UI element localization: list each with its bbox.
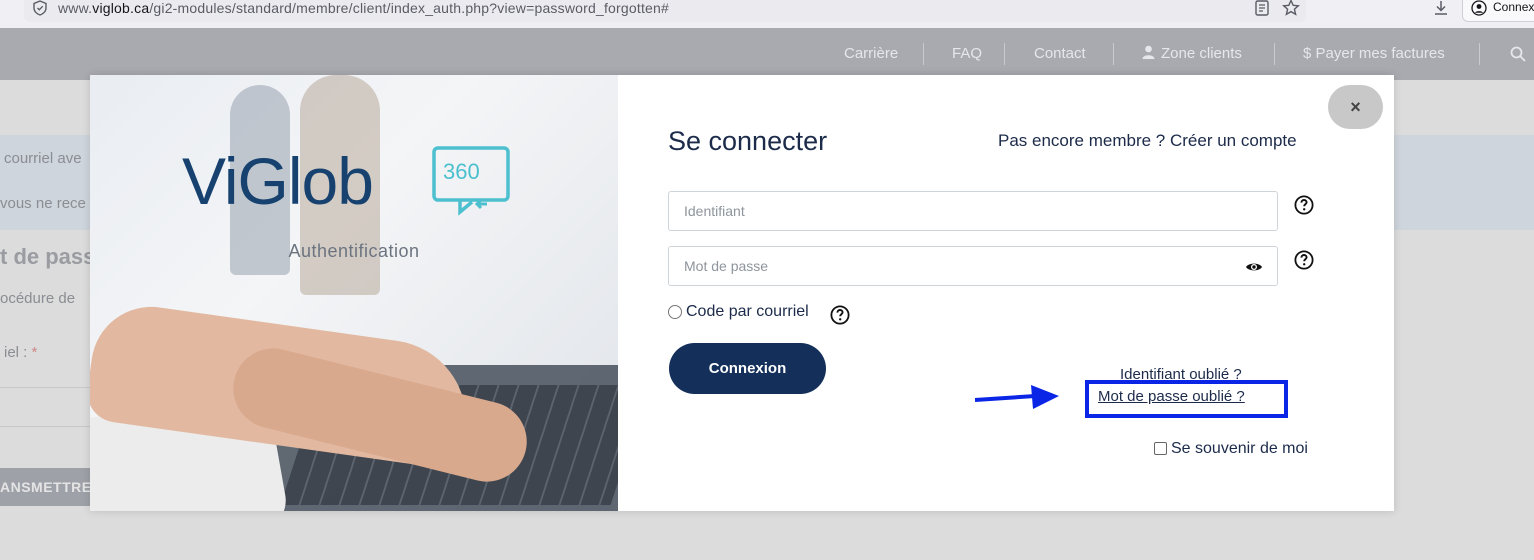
auth-caption: Authentification	[288, 241, 420, 261]
password-field[interactable]	[668, 246, 1278, 286]
username-input[interactable]	[669, 192, 1277, 230]
info-text-line: vous ne rece	[0, 195, 86, 212]
nav-item-carriere[interactable]: Carrière	[844, 45, 898, 62]
search-icon[interactable]	[1510, 46, 1526, 62]
code-by-email-label[interactable]: Code par courriel	[686, 303, 809, 321]
help-icon[interactable]	[1294, 195, 1314, 215]
password-input[interactable]	[669, 247, 1277, 285]
login-modal: ViGlob 360 Authentification Se connecter…	[90, 75, 1394, 511]
shield-icon[interactable]	[32, 0, 48, 16]
account-icon	[1471, 0, 1487, 16]
email-field-label: iel : *	[4, 344, 38, 361]
remember-me-label[interactable]: Se souvenir de moi	[1171, 440, 1308, 458]
nav-divider	[1113, 43, 1114, 65]
browser-toolbar: www.viglob.ca/gi2-modules/standard/membr…	[0, 0, 1534, 28]
remember-me-checkbox[interactable]	[1154, 442, 1167, 455]
eye-icon[interactable]	[1245, 261, 1263, 273]
account-button[interactable]: Connex	[1462, 0, 1534, 22]
email-field[interactable]	[0, 387, 100, 388]
nav-divider	[1274, 43, 1275, 65]
nav-item-zone-clients[interactable]: Zone clients	[1142, 45, 1242, 62]
nav-item-faq[interactable]: FAQ	[952, 45, 982, 62]
reader-view-icon[interactable]	[1255, 0, 1269, 16]
bookmark-star-icon[interactable]	[1282, 0, 1300, 17]
account-label: Connex	[1493, 0, 1534, 14]
logo-wordmark: ViGlob	[182, 144, 374, 218]
info-text-line: courriel ave	[4, 150, 82, 167]
field-divider	[0, 426, 100, 427]
signup-link[interactable]: Pas encore membre ? Créer un compte	[998, 131, 1297, 151]
procedure-text: océdure de	[0, 290, 76, 307]
form-title: Se connecter	[668, 126, 828, 156]
url-text[interactable]: www.viglob.ca/gi2-modules/standard/membr…	[58, 0, 669, 16]
page-heading: t de pass	[0, 244, 96, 269]
highlight-box	[1085, 380, 1288, 418]
nav-item-contact[interactable]: Contact	[1034, 45, 1086, 62]
help-icon[interactable]	[1294, 250, 1314, 270]
nav-item-label: Zone clients	[1161, 45, 1242, 62]
logo-badge-text: 360	[443, 159, 480, 184]
viglob-logo: ViGlob 360	[182, 143, 522, 223]
download-icon[interactable]	[1432, 0, 1450, 17]
code-by-email-radio[interactable]	[668, 305, 682, 319]
close-button[interactable]: ×	[1328, 85, 1383, 129]
user-icon	[1142, 45, 1155, 59]
username-field[interactable]	[668, 191, 1278, 231]
nav-divider	[1004, 43, 1005, 65]
nav-divider	[1479, 43, 1480, 65]
hero-image: ViGlob 360 Authentification	[90, 75, 618, 511]
site-nav: Carrière FAQ Contact Zone clients $ Paye…	[0, 28, 1534, 80]
annotation-arrow-icon	[974, 385, 1059, 409]
nav-divider	[923, 43, 924, 65]
help-icon[interactable]	[830, 305, 850, 325]
login-button[interactable]: Connexion	[669, 343, 826, 394]
nav-item-payer-factures[interactable]: $ Payer mes factures	[1303, 45, 1445, 62]
